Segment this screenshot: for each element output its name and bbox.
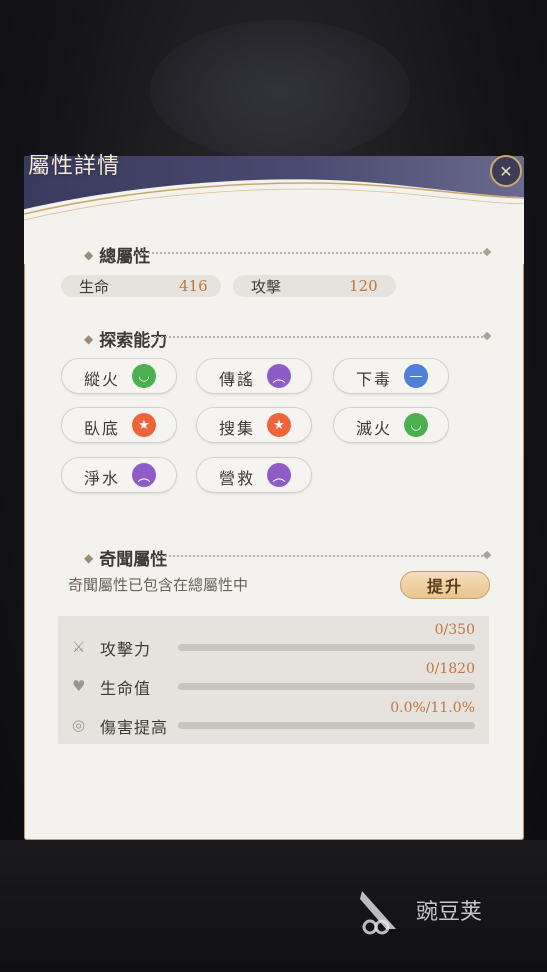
total-attributes-heading: ◆ 總屬性 <box>84 242 150 267</box>
wonder-attributes-heading: ◆ 奇聞屬性 <box>84 545 167 570</box>
happy-face-icon: ◡ <box>132 364 156 388</box>
heart-plus-icon: ♥ <box>72 677 86 695</box>
explore-ability-heading: ◆ 探索能力 <box>84 326 167 351</box>
stat-value: 416 <box>179 277 208 295</box>
ability-chip[interactable]: 縱火 ◡ <box>61 358 177 394</box>
diamond-icon: ◆ <box>84 550 94 565</box>
ability-label: 滅火 <box>356 419 393 438</box>
wonder-heading-text: 奇聞屬性 <box>99 550 168 570</box>
stat-label: 攻擊 <box>251 277 282 296</box>
bar-label: 傷害提高 <box>100 718 169 737</box>
bar-value: 0/350 <box>434 622 475 638</box>
progress-track <box>178 722 475 729</box>
diamond-icon: ◆ <box>84 331 94 346</box>
stat-value: 120 <box>349 277 378 295</box>
bar-row-attack: ⚔ 攻擊力 0/350 <box>58 622 489 660</box>
upgrade-button[interactable]: 提升 <box>400 571 490 599</box>
sad-face-icon: ︵ <box>132 463 156 487</box>
section-divider <box>136 252 486 254</box>
ability-chip[interactable]: 下毒 — <box>333 358 449 394</box>
sad-face-icon: ︵ <box>267 463 291 487</box>
ability-chip[interactable]: 搜集 ★ <box>196 407 312 443</box>
watermark-text: 豌豆荚 <box>416 900 483 925</box>
ability-label: 臥底 <box>84 419 121 438</box>
ability-label: 下毒 <box>356 370 393 389</box>
bar-label: 攻擊力 <box>100 640 152 659</box>
excited-face-icon: ★ <box>267 413 291 437</box>
total-heading-text: 總屬性 <box>99 247 151 267</box>
page-title: 屬性詳情 <box>28 154 121 179</box>
ability-chip[interactable]: 滅火 ◡ <box>333 407 449 443</box>
excited-face-icon: ★ <box>132 413 156 437</box>
happy-face-icon: ◡ <box>404 413 428 437</box>
ability-chip[interactable]: 營救 ︵ <box>196 457 312 493</box>
bar-value: 0/1820 <box>425 661 475 677</box>
watermark-logo-icon <box>360 891 396 935</box>
close-button[interactable]: ✕ <box>490 155 522 187</box>
wonder-bars-box: ⚔ 攻擊力 0/350 ♥ 生命值 0/1820 ◎ 傷害提高 0.0%/11.… <box>58 616 489 744</box>
watermark: 豌豆荚 <box>356 885 482 935</box>
bar-value: 0.0%/11.0% <box>390 700 475 716</box>
close-icon: ✕ <box>499 161 513 181</box>
sad-face-icon: ︵ <box>267 364 291 388</box>
bar-row-damage: ◎ 傷害提高 0.0%/11.0% <box>58 700 489 738</box>
neutral-face-icon: — <box>404 364 428 388</box>
progress-track <box>178 644 475 651</box>
bar-label: 生命值 <box>100 679 152 698</box>
ability-chip[interactable]: 臥底 ★ <box>61 407 177 443</box>
section-divider <box>154 336 486 338</box>
ability-chip[interactable]: 傳謠 ︵ <box>196 358 312 394</box>
section-divider <box>154 555 486 557</box>
gold-ornament-line <box>24 182 524 221</box>
background-figure <box>150 20 410 160</box>
stat-pill-life: 生命 416 <box>61 275 221 297</box>
stat-label: 生命 <box>79 277 110 296</box>
sword-icon: ⚔ <box>72 638 86 656</box>
ability-chip[interactable]: 淨水 ︵ <box>61 457 177 493</box>
damage-boost-icon: ◎ <box>72 716 86 734</box>
diamond-icon: ◆ <box>84 247 94 262</box>
ability-label: 縱火 <box>84 370 121 389</box>
bar-row-life: ♥ 生命值 0/1820 <box>58 661 489 699</box>
progress-track <box>178 683 475 690</box>
ability-label: 營救 <box>219 469 256 488</box>
ability-label: 傳謠 <box>219 370 256 389</box>
ability-label: 搜集 <box>219 419 256 438</box>
explore-heading-text: 探索能力 <box>99 331 168 351</box>
wonder-description: 奇聞屬性已包含在總屬性中 <box>68 576 249 594</box>
stat-pill-attack: 攻擊 120 <box>233 275 396 297</box>
ability-label: 淨水 <box>84 469 121 488</box>
